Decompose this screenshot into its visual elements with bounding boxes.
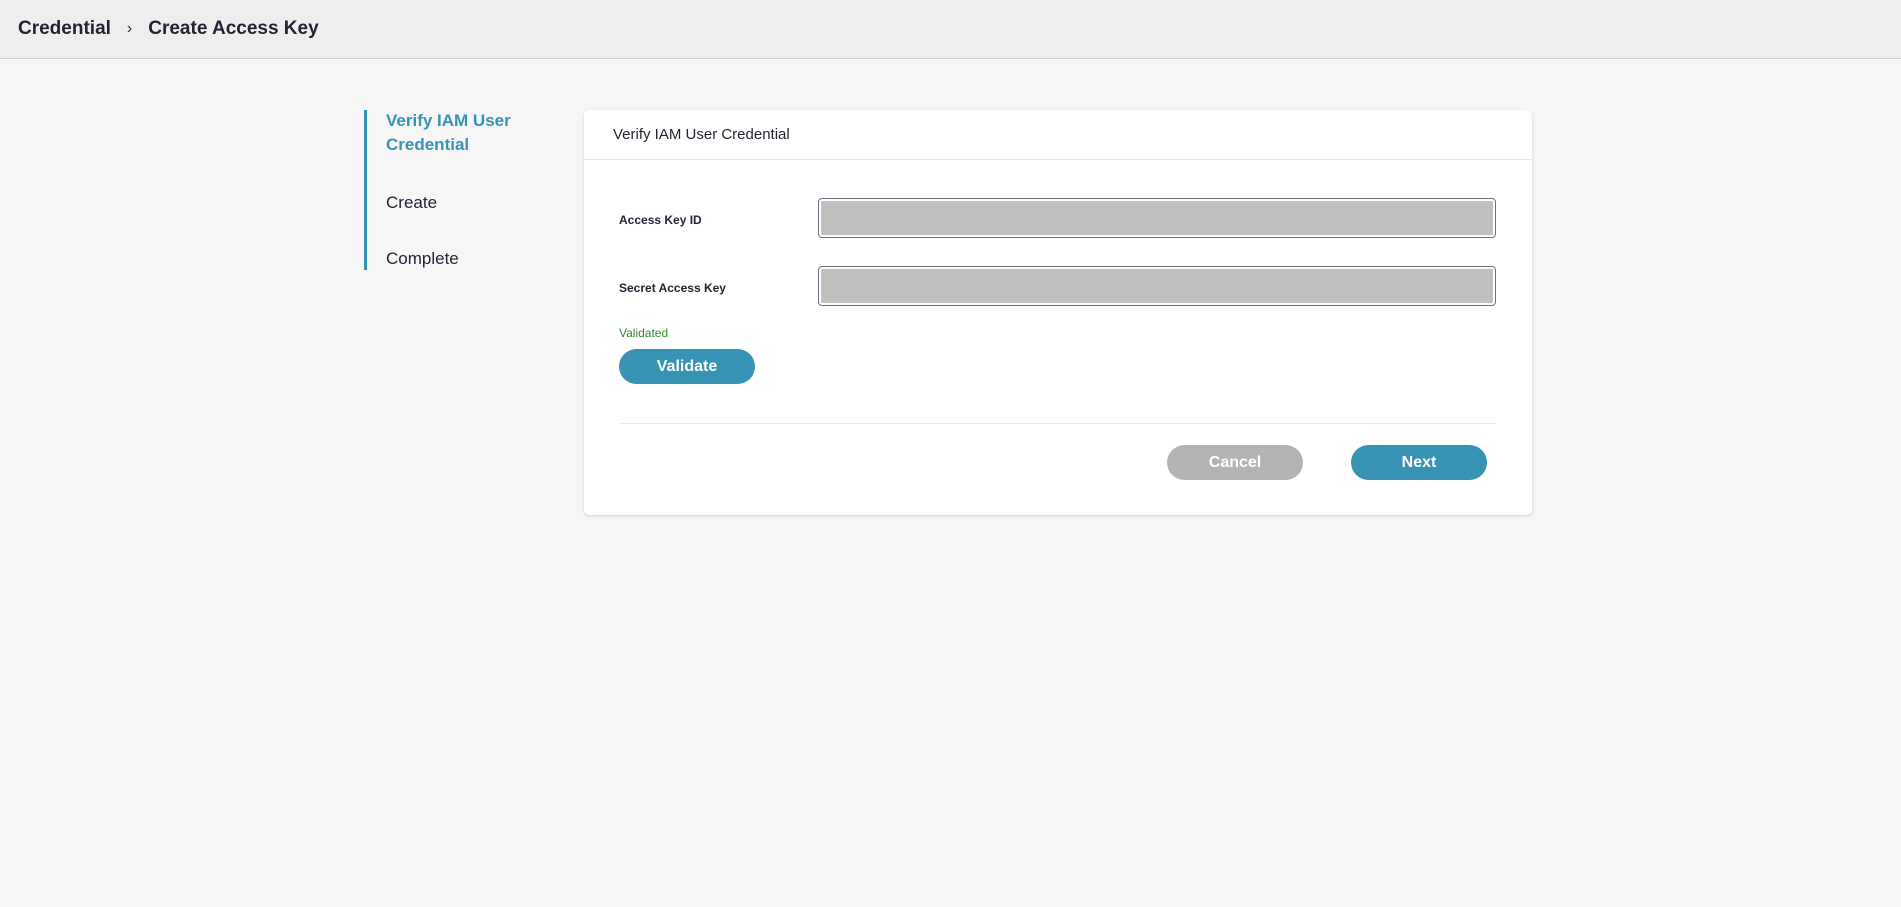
validate-button[interactable]: Validate: [619, 349, 755, 384]
secret-access-key-label: Secret Access Key: [619, 281, 726, 295]
step-verify[interactable]: Verify IAM User Credential: [386, 109, 526, 157]
breadcrumb: Credential › Create Access Key: [0, 0, 1901, 59]
wizard-stepper: Verify IAM User Credential Create Comple…: [364, 110, 534, 270]
cancel-button[interactable]: Cancel: [1167, 445, 1303, 480]
validation-status: Validated: [619, 326, 669, 340]
breadcrumb-credential-link[interactable]: Credential: [18, 18, 111, 40]
card-title: Verify IAM User Credential: [584, 110, 1532, 160]
secret-access-key-input[interactable]: [818, 266, 1496, 306]
next-button[interactable]: Next: [1351, 445, 1487, 480]
verify-credential-card: Verify IAM User Credential Access Key ID…: [584, 110, 1532, 515]
access-key-id-label: Access Key ID: [619, 213, 702, 227]
divider: [619, 423, 1496, 424]
step-create[interactable]: Create: [386, 191, 437, 215]
chevron-right-icon: ›: [126, 20, 133, 37]
page-title: Create Access Key: [148, 18, 319, 39]
access-key-id-input[interactable]: [818, 198, 1496, 238]
step-complete[interactable]: Complete: [386, 247, 459, 271]
